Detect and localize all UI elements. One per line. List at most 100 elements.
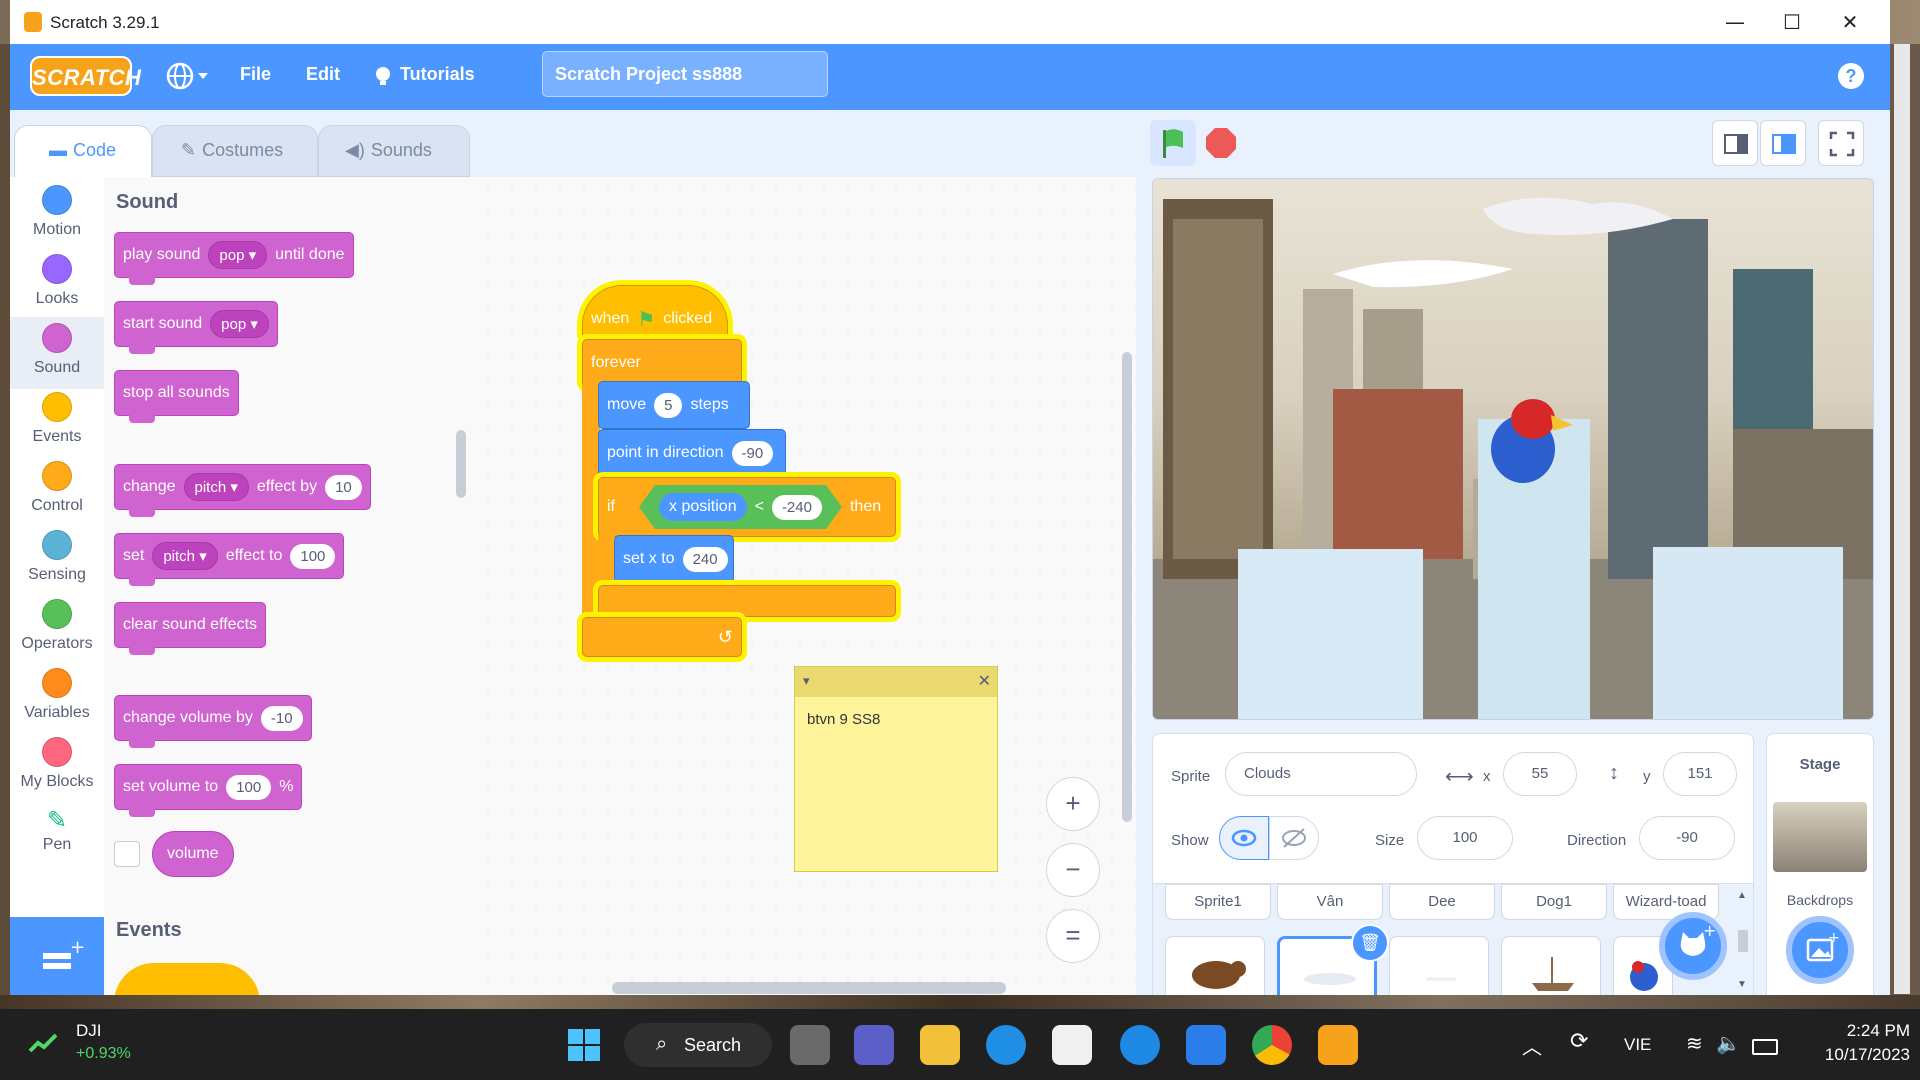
block-set-volume[interactable]: set volume to 100 % [114,764,303,817]
effect-value-input[interactable]: 10 [325,474,362,500]
category-motion[interactable]: Motion [10,185,104,251]
add-extension-button[interactable]: + [10,917,104,997]
delete-sprite-button[interactable]: 🗑 [1351,924,1389,962]
steps-input[interactable]: 5 [654,392,683,418]
block-stop-all-sounds[interactable]: stop all sounds [114,370,239,423]
close-button[interactable]: ✕ [1825,8,1875,36]
category-sensing[interactable]: Sensing [10,530,104,596]
comment-header[interactable]: ▾ ✕ [795,667,997,697]
tutorials-menu[interactable]: Tutorials [400,64,475,85]
scratch-taskbar-icon[interactable] [1318,1025,1358,1065]
scroll-down-icon[interactable]: ▼ [1737,979,1747,990]
edit-menu[interactable]: Edit [306,64,340,85]
sprite-thumb-bear[interactable] [1165,936,1265,998]
block-set-x[interactable]: set x to 240 [614,535,734,583]
small-stage-button[interactable] [1712,120,1758,166]
myhp-icon[interactable] [1186,1025,1226,1065]
block-when-flag-clicked-partial[interactable] [114,963,260,997]
scratch-logo[interactable]: SCRATCH [30,56,141,96]
category-events[interactable]: Events [10,392,104,458]
stage-canvas[interactable] [1152,178,1874,720]
file-explorer-icon[interactable] [920,1025,960,1065]
x-input[interactable]: 55 [1503,752,1577,796]
project-title-input[interactable]: Scratch Project ss888 [542,51,828,97]
minimize-button[interactable]: — [1710,8,1760,36]
category-operators[interactable]: Operators [10,599,104,665]
language-indicator[interactable]: VIE [1624,1035,1651,1055]
sprite-tile[interactable]: Dog1 [1501,884,1607,920]
block-change-effect[interactable]: change pitch ▾ effect by 10 [114,464,371,517]
block-forever[interactable]: forever [582,339,742,387]
script-vertical-scrollbar[interactable] [1122,352,1132,822]
block-point-in-direction[interactable]: point in direction -90 [598,429,786,477]
sprite-thumb-dee[interactable] [1389,936,1489,998]
volume-value-input[interactable]: 100 [226,774,272,800]
category-control[interactable]: Control [10,461,104,527]
category-variables[interactable]: Variables [10,668,104,734]
x-position-reporter[interactable]: x position [659,493,747,521]
sprite-tile[interactable]: Sprite1 [1165,884,1271,920]
script-horizontal-scrollbar[interactable] [612,982,1006,994]
category-pen[interactable]: ✎ Pen [10,806,104,872]
choose-backdrop-button[interactable]: + [1786,916,1854,984]
block-set-effect[interactable]: set pitch ▾ effect to 100 [114,533,345,586]
stage-selector-panel[interactable]: Stage Backdrops + [1766,733,1874,999]
compare-value-input[interactable]: -240 [772,495,822,520]
backdrop-thumbnail[interactable] [1773,802,1867,872]
category-sound[interactable]: Sound [10,317,104,389]
block-if-then[interactable]: if x position < -240 then [598,477,896,537]
fullscreen-button[interactable] [1818,120,1864,166]
sound-dropdown[interactable]: pop ▾ [208,241,268,269]
palette-scrollbar[interactable] [456,430,466,498]
sprite-list-scrollbar[interactable]: ▲ ▼ [1737,890,1749,990]
category-looks[interactable]: Looks [10,254,104,320]
tab-costumes[interactable]: ✎ Costumes [152,125,318,177]
green-flag-button[interactable] [1150,120,1196,166]
search-box[interactable]: ⌕ Search [624,1023,772,1067]
block-play-sound[interactable]: play sound pop ▾ until done [114,232,354,285]
stock-name[interactable]: DJI [76,1021,102,1041]
block-change-volume[interactable]: change volume by -10 [114,695,312,748]
block-start-sound[interactable]: start sound pop ▾ [114,301,278,354]
language-menu[interactable] [166,60,210,97]
zoom-out-button[interactable]: − [1046,843,1100,897]
file-menu[interactable]: File [240,64,271,85]
sound-dropdown[interactable]: pop ▾ [210,310,269,338]
microsoft-store-icon[interactable] [1052,1025,1092,1065]
comment-text[interactable]: btvn 9 SS8 [807,711,880,728]
size-input[interactable]: 100 [1417,816,1513,860]
show-hidden-toggle[interactable] [1269,816,1319,860]
zoom-reset-button[interactable]: = [1046,909,1100,963]
volume-value-input[interactable]: -10 [260,705,303,731]
wifi-icon[interactable]: ≋ [1686,1031,1703,1055]
category-my-blocks[interactable]: My Blocks [10,737,104,803]
y-input[interactable]: 151 [1663,752,1737,796]
sprite-tile[interactable]: Vân [1277,884,1383,920]
show-visible-toggle[interactable] [1219,816,1269,860]
comment-note[interactable]: ▾ ✕ btvn 9 SS8 [794,666,998,872]
choose-sprite-button[interactable]: + [1659,912,1727,980]
volume-monitor-checkbox[interactable] [114,841,140,867]
block-move-steps[interactable]: move 5 steps [598,381,750,429]
block-clear-sound-effects[interactable]: clear sound effects [114,602,267,655]
block-volume-reporter[interactable]: volume [152,831,234,877]
maximize-button[interactable]: ☐ [1767,8,1817,36]
tab-code[interactable]: ▬ Code [14,125,152,177]
sprite-name-input[interactable]: Clouds [1225,752,1417,796]
help-button[interactable]: ? [1838,63,1864,89]
get-help-icon[interactable] [1120,1025,1160,1065]
sprite-thumb-ship[interactable] [1501,936,1601,998]
battery-icon[interactable] [1752,1039,1778,1055]
window-scrollbar[interactable] [1894,44,1910,994]
teams-icon[interactable] [854,1025,894,1065]
large-stage-button[interactable] [1760,120,1806,166]
clock-time[interactable]: 2:24 PM [1820,1021,1910,1041]
effect-value-input[interactable]: 100 [290,543,336,569]
block-when-flag-clicked[interactable]: when ⚑ clicked [582,285,728,339]
edge-browser-icon[interactable] [986,1025,1026,1065]
task-view-icon[interactable] [790,1025,830,1065]
direction-input[interactable]: -90 [1639,816,1735,860]
chevron-up-icon[interactable]: ︿ [1522,1031,1542,1060]
stop-button[interactable] [1198,120,1244,166]
effect-dropdown[interactable]: pitch ▾ [152,542,218,570]
